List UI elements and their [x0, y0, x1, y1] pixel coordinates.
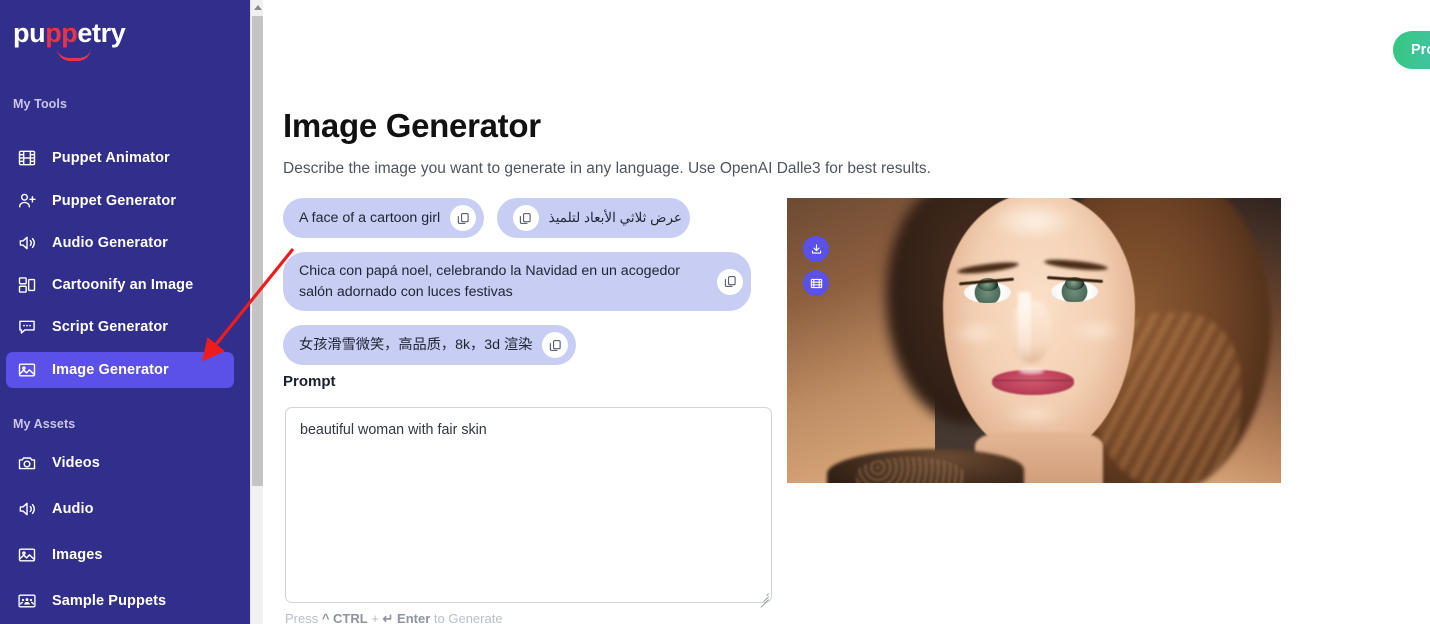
generate-hint: Press ^ CTRL + ↵ Enter to Generate	[285, 611, 503, 624]
image-icon	[16, 359, 38, 381]
copy-icon[interactable]	[450, 205, 477, 231]
layout-icon	[16, 274, 38, 296]
camera-icon	[16, 452, 38, 474]
sidebar-item-sample-puppets[interactable]: Sample Puppets	[6, 583, 234, 619]
image-icon	[16, 544, 38, 566]
copy-icon[interactable]	[542, 332, 569, 359]
sidebar-item-puppet-animator[interactable]: Puppet Animator	[6, 140, 234, 176]
pro-upgrade-button[interactable]: Pro	[1393, 31, 1430, 69]
suggestion-chip[interactable]: عرض ثلاثي الأبعاد لتلميذ	[496, 198, 690, 238]
page-title: Image Generator	[283, 107, 541, 145]
hint-ctrl-key: ^ CTRL	[321, 611, 368, 624]
hint-plus: +	[367, 611, 383, 624]
main-content: Image Generator Describe the image you w…	[263, 0, 1430, 624]
copy-icon[interactable]	[717, 268, 743, 295]
copy-icon[interactable]	[512, 205, 539, 231]
chat-bubble-icon	[16, 316, 38, 338]
suggestion-chip-text: Chica con papá noel, celebrando la Navid…	[299, 263, 680, 300]
page-subtitle: Describe the image you want to generate …	[283, 159, 931, 177]
film-icon	[16, 147, 38, 169]
sidebar-item-label: Puppet Generator	[52, 193, 177, 209]
prompt-label: Prompt	[283, 373, 336, 390]
logo-text-part1: pu	[13, 18, 46, 48]
sidebar: puppetry My Tools Puppet Animator Puppet…	[0, 0, 250, 624]
app-root: puppetry My Tools Puppet Animator Puppet…	[0, 0, 1430, 624]
logo-smile-icon	[57, 48, 91, 61]
sidebar-item-label: Audio	[52, 501, 94, 517]
generated-image	[787, 198, 1281, 483]
sidebar-item-cartoonify-an-image[interactable]: Cartoonify an Image	[6, 267, 234, 303]
group-icon	[16, 590, 38, 612]
sidebar-item-script-generator[interactable]: Script Generator	[6, 309, 234, 345]
suggestion-chip[interactable]: 女孩滑雪微笑，高品质，8k，3d 渲染	[283, 325, 577, 366]
speaker-icon	[16, 232, 38, 254]
hint-suffix: to Generate	[430, 611, 503, 624]
prompt-input[interactable]	[285, 407, 772, 603]
suggestion-chip-text: عرض ثلاثي الأبعاد لتلميذ	[548, 210, 682, 226]
sidebar-item-label: Videos	[52, 455, 100, 471]
sidebar-item-label: Image Generator	[52, 362, 169, 378]
page-scrollbar[interactable]	[250, 0, 263, 624]
speaker-icon	[16, 498, 38, 520]
suggestion-chip-text: A face of a cartoon girl	[299, 209, 441, 226]
generated-image-preview[interactable]	[787, 198, 1281, 483]
sidebar-item-label: Sample Puppets	[52, 593, 167, 609]
sidebar-item-label: Script Generator	[52, 319, 169, 335]
scrollbar-thumb[interactable]	[252, 16, 263, 486]
sidebar-item-label: Cartoonify an Image	[52, 277, 194, 293]
sidebar-item-puppet-generator[interactable]: Puppet Generator	[6, 183, 234, 219]
logo-text-part2: etry	[77, 18, 126, 48]
preview-action-buttons	[803, 236, 829, 304]
sidebar-item-label: Audio Generator	[52, 235, 168, 251]
sidebar-item-audio-generator[interactable]: Audio Generator	[6, 225, 234, 261]
sidebar-section-my-assets: My Assets	[13, 417, 76, 431]
suggestion-chip-list: A face of a cartoon girl عرض ثلاثي الأبع…	[283, 198, 793, 379]
sidebar-item-label: Images	[52, 547, 103, 563]
hint-enter-key: ↵ Enter	[382, 611, 431, 624]
hint-prefix: Press	[285, 611, 322, 624]
sidebar-item-videos[interactable]: Videos	[6, 445, 234, 481]
app-logo[interactable]: puppetry	[13, 18, 126, 61]
suggestion-chip-text: 女孩滑雪微笑，高品质，8k，3d 渲染	[299, 336, 533, 353]
logo-text-accent: pp	[45, 18, 78, 48]
user-plus-icon	[16, 190, 38, 212]
suggestion-chip[interactable]: Chica con papá noel, celebrando la Navid…	[283, 252, 751, 312]
sidebar-item-audio[interactable]: Audio	[6, 491, 234, 527]
sidebar-item-image-generator[interactable]: Image Generator	[6, 352, 234, 388]
sidebar-item-label: Puppet Animator	[52, 150, 170, 166]
suggestion-chip[interactable]: A face of a cartoon girl	[283, 198, 485, 238]
download-button[interactable]	[803, 236, 829, 262]
sidebar-item-images[interactable]: Images	[6, 537, 234, 573]
make-video-button[interactable]	[803, 270, 829, 296]
sidebar-section-my-tools: My Tools	[13, 97, 68, 111]
